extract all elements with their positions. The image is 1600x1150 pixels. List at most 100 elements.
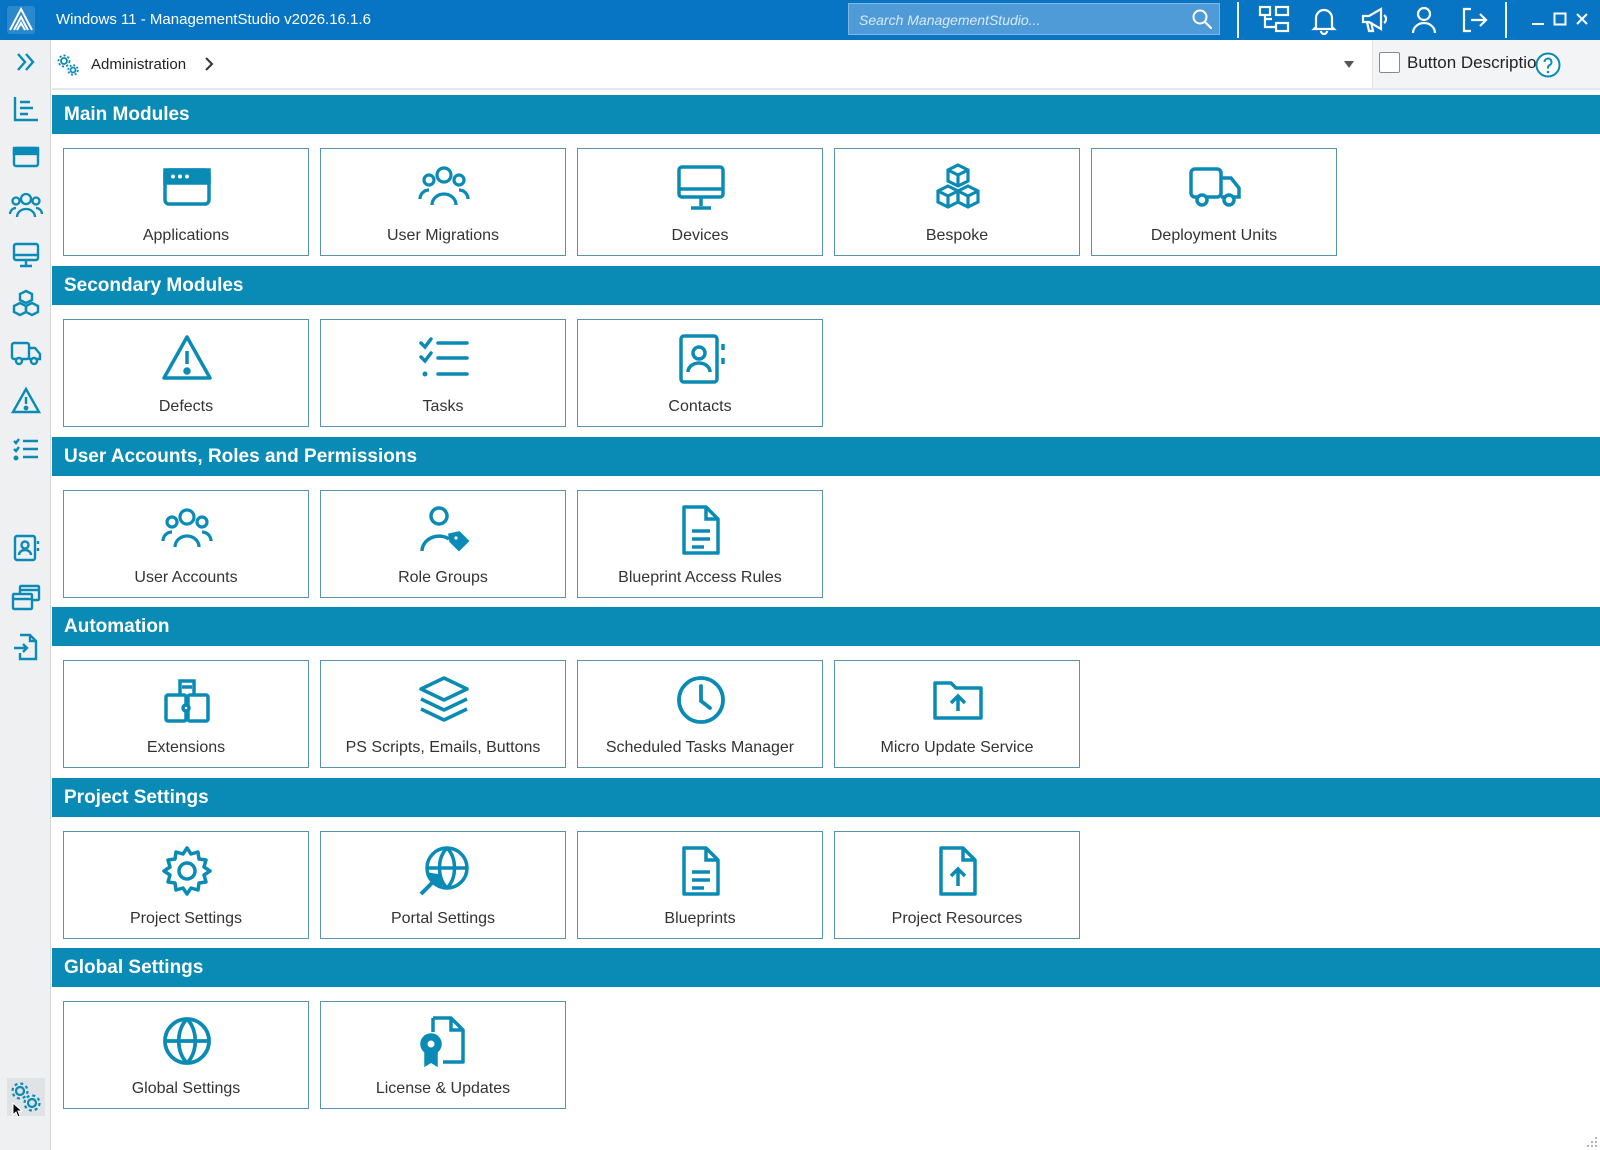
button-descriptions-label[interactable]: Button Descriptions <box>1407 53 1554 73</box>
tile-label: Micro Update Service <box>880 739 1034 756</box>
contact-card-icon <box>674 332 728 386</box>
tile-defects[interactable]: Defects <box>63 319 309 427</box>
search-input[interactable]: Search ManagementStudio... <box>859 12 1040 28</box>
titlebar-separator <box>1505 2 1507 38</box>
users-icon <box>160 503 214 557</box>
tile-bespoke[interactable]: Bespoke <box>834 148 1080 256</box>
breadcrumb-item-administration[interactable]: Administration <box>91 56 186 73</box>
section-header: Secondary Modules <box>52 266 1600 305</box>
tile-label: User Accounts <box>134 569 238 586</box>
windows-stack-icon <box>11 584 41 611</box>
tile-label: Project Resources <box>891 910 1023 927</box>
megaphone-icon[interactable] <box>1356 3 1392 37</box>
minimize-button[interactable] <box>1528 6 1548 32</box>
tile-global-settings[interactable]: Global Settings <box>63 1001 309 1109</box>
sidebar-item-windows[interactable] <box>7 579 45 617</box>
sidebar-expand-button[interactable] <box>7 43 45 81</box>
logout-icon[interactable] <box>1456 3 1492 37</box>
user-tag-icon <box>417 503 471 557</box>
button-descriptions-toggle[interactable]: Button Descriptions <box>1372 40 1600 88</box>
globe-arrow-icon <box>417 844 471 898</box>
close-button[interactable] <box>1572 6 1592 32</box>
tile-user-migrations[interactable]: User Migrations <box>320 148 566 256</box>
tile-blueprints[interactable]: Blueprints <box>577 831 823 939</box>
sidebar-item-users[interactable] <box>7 186 45 224</box>
sidebar <box>0 40 51 1150</box>
sidebar-item-devices[interactable] <box>7 236 45 274</box>
administration-panel: Main Modules Applications User Migrations D… <box>52 92 1600 1150</box>
truck-icon <box>10 341 42 366</box>
sidebar-item-tasks[interactable] <box>7 430 45 468</box>
chevron-right-icon[interactable] <box>202 55 216 73</box>
dashboard-list-icon <box>13 97 38 122</box>
tile-applications[interactable]: Applications <box>63 148 309 256</box>
tile-label: Global Settings <box>131 1080 241 1097</box>
tile-extensions[interactable]: Extensions <box>63 660 309 768</box>
tile-deployment-units[interactable]: Deployment Units <box>1091 148 1337 256</box>
sidebar-item-administration[interactable] <box>7 1078 45 1118</box>
tile-devices[interactable]: Devices <box>577 148 823 256</box>
sidebar-item-import[interactable] <box>7 628 45 666</box>
gear-icon <box>160 844 214 898</box>
app-logo-icon <box>7 6 35 34</box>
warning-icon <box>11 386 41 414</box>
monitor-icon <box>12 242 40 268</box>
file-import-icon <box>14 633 38 661</box>
resize-grip-icon[interactable] <box>1584 1134 1598 1148</box>
tile-label: Blueprint Access Rules <box>618 569 782 586</box>
search-box[interactable]: Search ManagementStudio... <box>848 3 1220 35</box>
tile-blueprint-access-rules[interactable]: Blueprint Access Rules <box>577 490 823 598</box>
sidebar-item-deployment-units[interactable] <box>7 334 45 372</box>
tile-label: Defects <box>158 398 214 415</box>
globe-icon <box>160 1014 214 1068</box>
user-icon[interactable] <box>1406 3 1442 37</box>
section-header: Global Settings <box>52 948 1600 987</box>
help-icon[interactable] <box>1535 52 1561 78</box>
sidebar-item-contacts[interactable] <box>7 529 45 567</box>
tile-label: Tasks <box>422 398 464 415</box>
cubes-icon <box>931 161 985 215</box>
tile-project-resources[interactable]: Project Resources <box>834 831 1080 939</box>
sidebar-item-applications[interactable] <box>7 138 45 176</box>
window-title: Windows 11 - ManagementStudio v2026.16.1… <box>56 11 371 28</box>
chevrons-right-icon <box>17 53 35 71</box>
tile-micro-update-service[interactable]: Micro Update Service <box>834 660 1080 768</box>
tile-label: Applications <box>142 227 230 244</box>
titlebar-separator <box>1237 2 1239 38</box>
section-header: Project Settings <box>52 778 1600 817</box>
bell-icon[interactable] <box>1306 3 1342 37</box>
maximize-button[interactable] <box>1550 6 1570 32</box>
tile-label: Extensions <box>146 739 226 756</box>
tile-label: Devices <box>671 227 729 244</box>
window-icon <box>160 161 214 215</box>
sidebar-item-defects[interactable] <box>7 382 45 420</box>
tile-user-accounts[interactable]: User Accounts <box>63 490 309 598</box>
checklist-icon <box>417 332 471 386</box>
section-header: Main Modules <box>52 95 1600 134</box>
sidebar-item-bespoke[interactable] <box>7 284 45 322</box>
hierarchy-icon[interactable] <box>1256 3 1292 37</box>
tile-project-settings[interactable]: Project Settings <box>63 831 309 939</box>
search-icon[interactable] <box>1191 8 1213 30</box>
warning-icon <box>160 332 214 386</box>
tile-label: PS Scripts, Emails, Buttons <box>345 739 541 756</box>
tile-scheduled-tasks-manager[interactable]: Scheduled Tasks Manager <box>577 660 823 768</box>
applications-icon <box>12 146 40 168</box>
clock-icon <box>674 673 728 727</box>
section-header: Automation <box>52 607 1600 646</box>
dropdown-arrow-icon[interactable] <box>1342 58 1356 70</box>
button-descriptions-checkbox[interactable] <box>1379 52 1400 73</box>
tile-role-groups[interactable]: Role Groups <box>320 490 566 598</box>
tile-license-and-updates[interactable]: License & Updates <box>320 1001 566 1109</box>
tile-contacts[interactable]: Contacts <box>577 319 823 427</box>
tile-tasks[interactable]: Tasks <box>320 319 566 427</box>
document-icon <box>674 503 728 557</box>
tile-label: Scheduled Tasks Manager <box>605 739 795 756</box>
users-icon <box>9 192 43 218</box>
sidebar-item-dashboard[interactable] <box>7 90 45 128</box>
puzzle-icon <box>160 673 214 727</box>
tile-ps-scripts-emails-buttons[interactable]: PS Scripts, Emails, Buttons <box>320 660 566 768</box>
tile-label: Contacts <box>668 398 732 415</box>
tile-label: Blueprints <box>664 910 736 927</box>
tile-portal-settings[interactable]: Portal Settings <box>320 831 566 939</box>
